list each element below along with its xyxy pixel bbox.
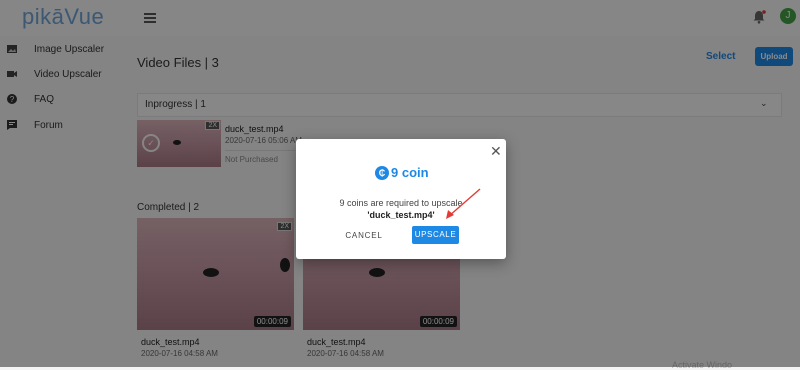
upscale-button[interactable]: UPSCALE	[412, 226, 459, 244]
close-icon[interactable]: ✕	[490, 143, 502, 160]
cancel-button[interactable]: CANCEL	[340, 228, 388, 243]
coin-icon: ₵	[375, 166, 389, 180]
coin-amount: 9 coin	[391, 165, 429, 180]
annotation-arrow-icon	[446, 188, 481, 219]
